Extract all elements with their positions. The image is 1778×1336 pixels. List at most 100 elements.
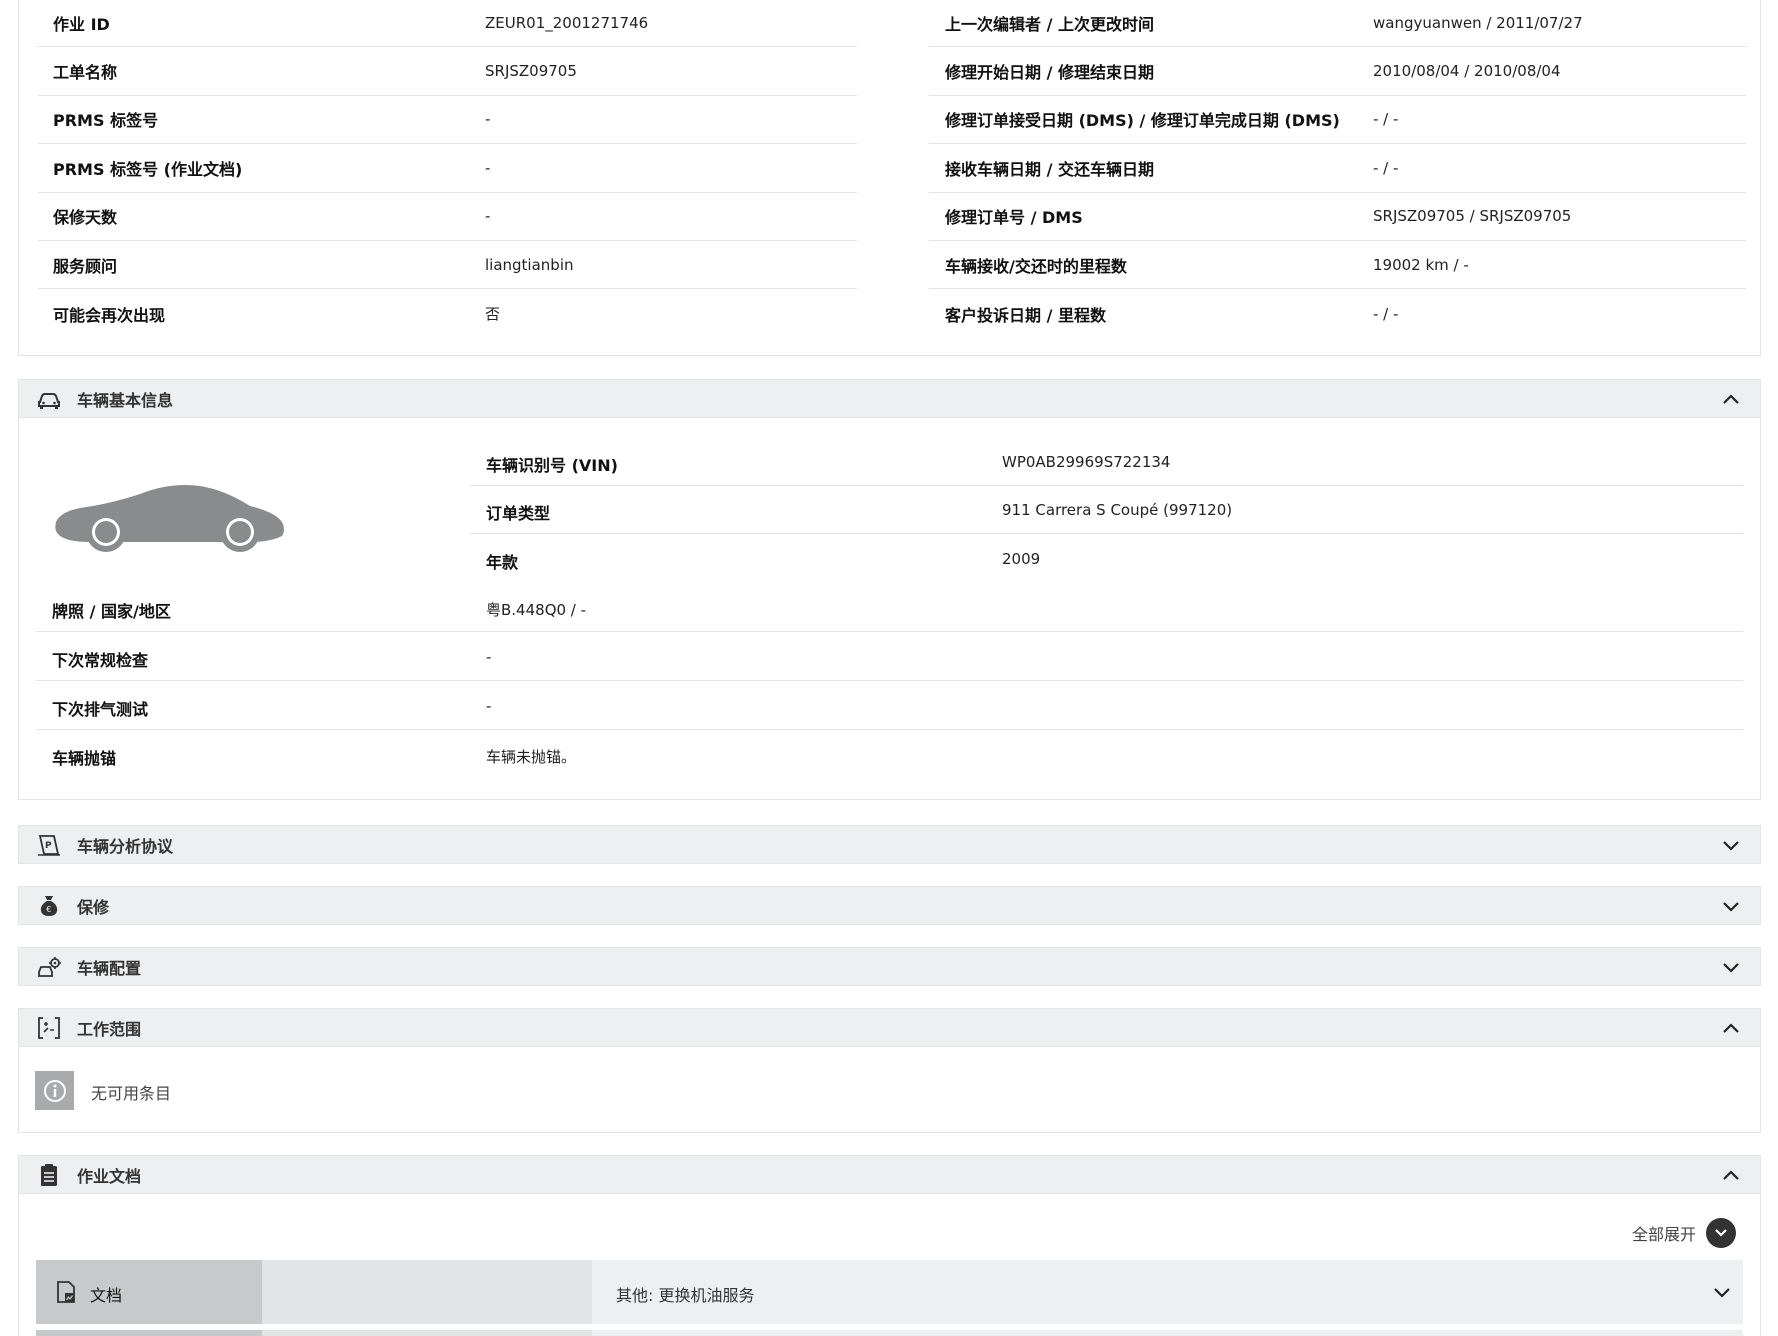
section-header-warranty[interactable]: € 保修 xyxy=(18,886,1761,925)
job-info-row: PRMS 标签号 - xyxy=(37,96,857,145)
field-label: 下次排气测试 xyxy=(52,700,149,719)
field-label: 车辆抛锚 xyxy=(52,749,117,768)
scope-icon xyxy=(38,1017,60,1039)
car-config-icon xyxy=(38,957,61,977)
section-header-analysis[interactable]: P 车辆分析协议 xyxy=(18,825,1761,864)
field-value: 粤B.448Q0 / - xyxy=(486,601,587,619)
field-label: 客户投诉日期 / 里程数 xyxy=(945,305,1106,325)
job-info-row: 工单名称 SRJSZ09705 xyxy=(37,47,857,96)
document-column-spacer xyxy=(262,1260,592,1324)
chevron-up-icon[interactable] xyxy=(1722,392,1740,406)
section-title: 保修 xyxy=(77,897,110,917)
expand-all-label[interactable]: 全部展开 xyxy=(1632,1221,1696,1245)
job-info-row: 客户投诉日期 / 里程数 - / - xyxy=(929,289,1747,337)
job-info-row: 可能会再次出现 否 xyxy=(37,289,857,337)
chevron-down-icon[interactable] xyxy=(1722,960,1740,974)
vehicle-row: 订单类型 911 Carrera S Coupé (997120) xyxy=(470,486,1743,534)
field-label: 可能会再次出现 xyxy=(53,305,166,325)
field-label: 服务顾问 xyxy=(53,256,118,276)
field-value: - / - xyxy=(1373,158,1399,177)
field-value: - / - xyxy=(1373,304,1399,323)
field-value: wangyuanwen / 2011/07/27 xyxy=(1373,13,1583,32)
car-icon xyxy=(38,393,60,409)
field-value: - / - xyxy=(1373,110,1399,129)
job-info-row: 修理开始日期 / 修理结束日期 2010/08/04 / 2010/08/04 xyxy=(929,47,1747,96)
job-info-row: 车辆接收/交还时的里程数 19002 km / - xyxy=(929,241,1747,290)
field-value: 车辆未抛锚。 xyxy=(486,748,577,766)
field-label: 作业 ID xyxy=(53,14,110,34)
document-icon xyxy=(57,1281,75,1303)
scope-body xyxy=(18,1047,1761,1133)
field-value: SRJSZ09705 xyxy=(485,62,577,81)
field-label: 下次常规检查 xyxy=(52,651,149,670)
vehicle-silhouette-image xyxy=(55,485,285,552)
chevron-down-icon[interactable] xyxy=(1722,899,1740,913)
section-header-config[interactable]: 车辆配置 xyxy=(18,947,1761,986)
section-title: 工作范围 xyxy=(77,1019,142,1039)
field-value: - xyxy=(486,697,492,715)
field-label: 车辆识别号 (VIN) xyxy=(486,456,618,475)
field-value: - xyxy=(485,207,491,226)
chevron-up-icon[interactable] xyxy=(1722,1168,1740,1182)
job-info-row: PRMS 标签号 (作业文档) - xyxy=(37,144,857,193)
field-value: - xyxy=(486,648,492,666)
field-label: 牌照 / 国家/地区 xyxy=(52,602,171,621)
field-value: SRJSZ09705 / SRJSZ09705 xyxy=(1373,207,1572,226)
field-value: WP0AB29969S722134 xyxy=(1002,453,1171,471)
vehicle-row: 车辆识别号 (VIN) WP0AB29969S722134 xyxy=(470,438,1743,486)
document-row[interactable] xyxy=(36,1330,1743,1336)
section-header-vehicle-info[interactable]: 车辆基本信息 xyxy=(18,379,1761,418)
section-header-scope[interactable]: 工作范围 xyxy=(18,1008,1761,1047)
vehicle-row: 下次常规检查 - xyxy=(36,633,1743,681)
job-info-row: 作业 ID ZEUR01_2001271746 xyxy=(37,0,857,48)
chevron-down-icon xyxy=(1715,1229,1727,1237)
info-icon-box xyxy=(35,1071,74,1110)
vehicle-row: 车辆抛锚 车辆未抛锚。 xyxy=(36,731,1743,779)
field-value: 2010/08/04 / 2010/08/04 xyxy=(1373,62,1561,81)
field-label: 修理订单号 / DMS xyxy=(945,208,1083,228)
field-value: - xyxy=(485,110,491,129)
job-info-right-column: 上一次编辑者 / 上次更改时间 wangyuanwen / 2011/07/27 … xyxy=(929,0,1747,338)
expand-all-control[interactable]: 全部展开 xyxy=(1632,1218,1736,1248)
field-label: 上一次编辑者 / 上次更改时间 xyxy=(945,14,1154,34)
job-info-panel: 作业 ID ZEUR01_2001271746 工单名称 SRJSZ09705 PR… xyxy=(18,0,1761,356)
svg-text:€: € xyxy=(46,905,51,914)
info-icon xyxy=(43,1079,66,1102)
field-value: 2009 xyxy=(1002,550,1041,568)
vehicle-row: 下次排气测试 - xyxy=(36,682,1743,730)
job-info-row: 上一次编辑者 / 上次更改时间 wangyuanwen / 2011/07/27 xyxy=(929,0,1747,48)
chevron-down-icon[interactable] xyxy=(1722,838,1740,852)
document-type-tab[interactable] xyxy=(36,1330,262,1336)
vehicle-row: 年款 2009 xyxy=(470,535,1743,583)
job-info-row: 服务顾问 liangtianbin xyxy=(37,241,857,290)
job-info-row: 修理订单接受日期 (DMS) / 修理订单完成日期 (DMS) - / - xyxy=(929,96,1747,145)
field-label: 修理订单接受日期 (DMS) / 修理订单完成日期 (DMS) xyxy=(945,111,1340,131)
document-description: 其他: 更换机油服务 xyxy=(616,1286,755,1305)
field-label: 车辆接收/交还时的里程数 xyxy=(945,256,1127,276)
document-row[interactable]: 文档 其他: 更换机油服务 xyxy=(36,1260,1743,1324)
field-label: 修理开始日期 / 修理结束日期 xyxy=(945,63,1154,83)
document-column-spacer xyxy=(262,1330,592,1336)
job-info-row: 保修天数 - xyxy=(37,193,857,241)
field-value: 911 Carrera S Coupé (997120) xyxy=(1002,501,1233,519)
field-value: - xyxy=(485,158,491,177)
document-type-tab[interactable]: 文档 xyxy=(36,1260,262,1324)
section-title: 车辆分析协议 xyxy=(77,836,174,856)
section-title: 车辆配置 xyxy=(77,958,142,978)
money-bag-icon: € xyxy=(40,896,58,916)
chevron-down-icon[interactable] xyxy=(1713,1285,1731,1299)
expand-all-button[interactable] xyxy=(1706,1218,1736,1248)
section-title: 车辆基本信息 xyxy=(77,390,174,410)
document-type-label: 文档 xyxy=(90,1286,123,1305)
field-label: 订单类型 xyxy=(486,504,551,523)
field-value: ZEUR01_2001271746 xyxy=(485,13,649,32)
section-title: 作业文档 xyxy=(77,1166,142,1186)
chevron-up-icon[interactable] xyxy=(1722,1021,1740,1035)
svg-text:P: P xyxy=(45,841,52,851)
section-header-docs[interactable]: 作业文档 xyxy=(18,1155,1761,1194)
field-label: 年款 xyxy=(486,553,519,572)
protocol-icon: P xyxy=(38,835,60,856)
field-value: liangtianbin xyxy=(485,255,574,274)
empty-state-text: 无可用条目 xyxy=(91,1084,172,1103)
job-info-row: 接收车辆日期 / 交还车辆日期 - / - xyxy=(929,144,1747,193)
